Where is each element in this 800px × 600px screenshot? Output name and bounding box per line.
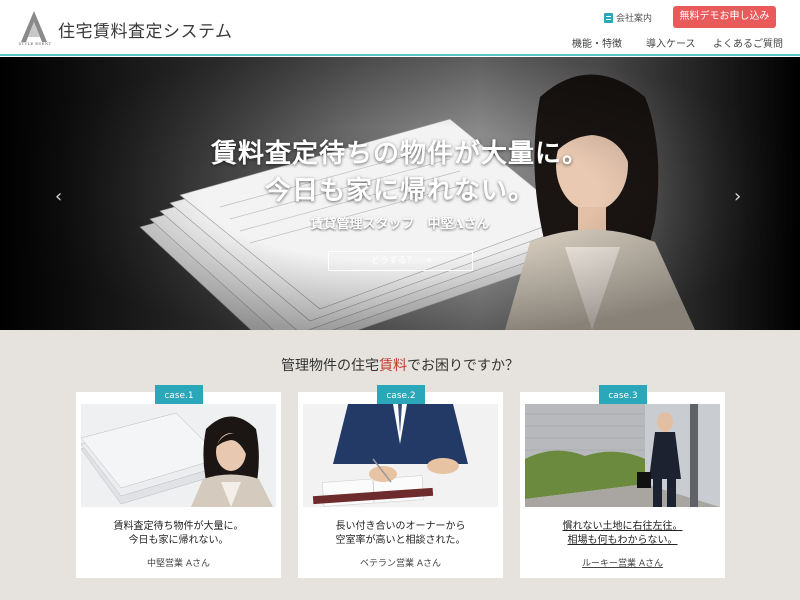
case-3-person: ルーキー営業 Aさん — [581, 559, 664, 569]
case-3-image — [525, 404, 720, 507]
double-chevron-right-icon: » — [425, 255, 432, 266]
carousel-prev-icon[interactable]: ‹ — [55, 186, 62, 207]
site-header: STYLE ESENT 住宅賃料査定システム 会社案内 無料デモお申し込み 機能… — [0, 0, 800, 56]
company-info-link[interactable]: 会社案内 — [604, 11, 652, 24]
nav-faq[interactable]: よくあるご質問 — [713, 35, 783, 50]
case-2-person: ベテラン営業 Aさん — [359, 559, 442, 569]
case-2-line1: 長い付き合いのオーナーから — [335, 521, 466, 532]
section-heading-pre: 管理物件の住宅 — [281, 358, 379, 374]
case-3-line1: 慣れない土地に右往左往。 — [562, 521, 683, 532]
carousel-next-icon[interactable]: › — [734, 186, 741, 207]
case-1-person: 中堅営業 Aさん — [146, 559, 211, 569]
nav-features[interactable]: 機能・特徴 — [572, 35, 622, 50]
case-1-line1: 賃料査定待ち物件が大量に。 — [113, 521, 244, 532]
document-icon — [604, 12, 613, 23]
problems-section: 管理物件の住宅賃料でお困りですか？ case.1 賃料査定待ち物件が大量に。 今… — [0, 330, 800, 600]
what-to-do-button[interactable]: どうする？ » — [328, 251, 473, 271]
case-1-text: 賃料査定待ち物件が大量に。 今日も家に帰れない。 — [76, 520, 281, 548]
case-2-text: 長い付き合いのオーナーから 空室率が高いと相談された。 — [298, 520, 503, 548]
case-card-2[interactable]: case.2 長い付き合いのオーナーから 空室率が高いと相談された。 ベテラン営… — [298, 385, 503, 578]
case-2-line2: 空室率が高いと相談された。 — [335, 535, 466, 546]
case-card-1[interactable]: case.1 賃料査定待ち物件が大量に。 今日も家に帰れない。 中堅営業 Aさん — [76, 385, 281, 578]
case-1-image — [81, 404, 276, 507]
free-demo-button[interactable]: 無料デモお申し込み — [673, 6, 776, 28]
site-title[interactable]: 住宅賃料査定システム — [58, 17, 233, 42]
case-3-line2: 相場も何もわからない。 — [567, 535, 678, 546]
nav-cases[interactable]: 導入ケース — [646, 35, 696, 50]
hero-carousel: 賃料査定待ちの物件が大量に。 今日も家に帰れない。 賃貸管理スタッフ 中堅Aさん… — [0, 57, 800, 330]
hero-headline-line1: 賃料査定待ちの物件が大量に。 — [210, 139, 589, 169]
section-heading-post: でお困りですか？ — [407, 358, 519, 374]
section-heading: 管理物件の住宅賃料でお困りですか？ — [0, 355, 800, 375]
case-2-image — [303, 404, 498, 507]
hero-person-caption: 賃貸管理スタッフ 中堅Aさん — [310, 217, 490, 232]
company-info-label: 会社案内 — [616, 14, 653, 24]
case-card-3[interactable]: case.3 慣れない土地に右往左往。 相場も何もわからない。 ルーキー営業 A… — [520, 385, 725, 578]
logo-subtext: STYLE ESENT — [18, 41, 52, 46]
section-heading-accent: 賃料 — [379, 358, 407, 374]
case-1-line2: 今日も家に帰れない。 — [128, 535, 229, 546]
case-3-text: 慣れない土地に右往左往。 相場も何もわからない。 — [520, 520, 725, 548]
hero-headline-line2: 今日も家に帰れない。 — [264, 176, 535, 206]
what-to-do-label: どうする？ — [370, 256, 416, 266]
